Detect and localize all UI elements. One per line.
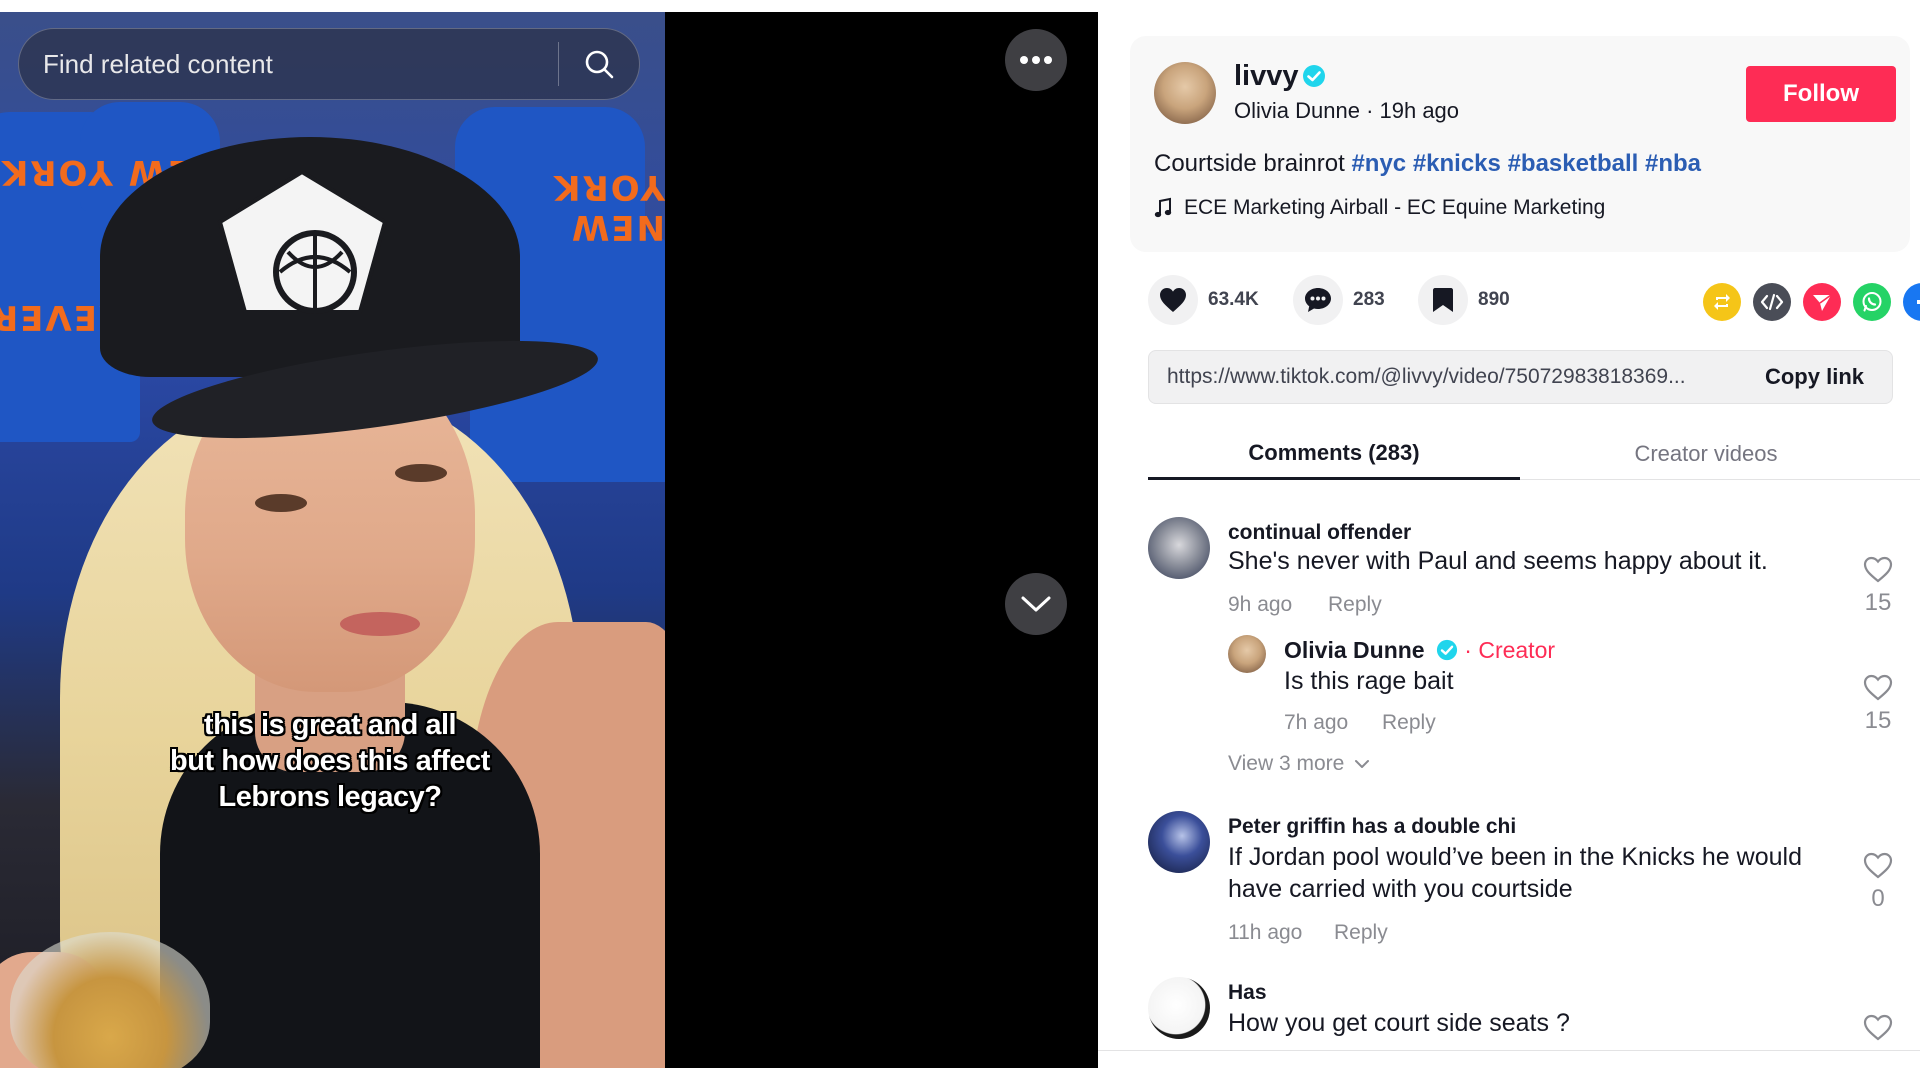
caption-line: but how does this affect [170, 745, 490, 777]
send-icon[interactable] [1803, 283, 1841, 321]
comment-text: have carried with you courtside [1228, 875, 1573, 903]
eye [395, 464, 447, 482]
post-info-card: livvy Olivia Dunne · 19h ago Follow Cour… [1130, 36, 1910, 252]
facebook-icon[interactable] [1903, 283, 1920, 321]
heart-icon [1160, 288, 1186, 312]
comment-like-count: 15 [1864, 589, 1892, 616]
comment-count: 283 [1353, 289, 1385, 310]
author-subtitle: Olivia Dunne · 19h ago [1234, 98, 1460, 123]
comment-username[interactable]: Olivia Dunne · Creator [1284, 637, 1555, 664]
verified-badge-icon [1437, 639, 1458, 661]
panel-tabs: Comments (283) Creator videos [1148, 428, 1920, 480]
eye [255, 494, 307, 512]
reply-button[interactable]: Reply [1328, 593, 1382, 617]
repost-icon[interactable] [1703, 283, 1741, 321]
heart-outline-icon[interactable] [1858, 673, 1898, 701]
music-link[interactable]: ECE Marketing Airball - EC Equine Market… [1154, 196, 1605, 220]
lips [340, 612, 420, 636]
share-link-box: https://www.tiktok.com/@livvy/video/7507… [1148, 350, 1893, 404]
comment-text: Is this rage bait [1284, 667, 1454, 695]
comments-list: continual offender She's never with Paul… [1098, 481, 1920, 1051]
save-button[interactable]: 890 [1418, 275, 1510, 325]
comment-circle[interactable] [1293, 275, 1343, 325]
caption-line: this is great and all [203, 709, 457, 741]
caption-line: Lebrons legacy? [218, 781, 442, 813]
whatsapp-icon[interactable] [1853, 283, 1891, 321]
hashtag-link[interactable]: #basketball [1508, 150, 1639, 177]
avatar[interactable] [1148, 811, 1210, 873]
copy-link-button[interactable]: Copy link [1737, 364, 1892, 390]
follow-button[interactable]: Follow [1746, 66, 1896, 122]
music-title[interactable]: ECE Marketing Airball - EC Equine Market… [1184, 196, 1605, 220]
heart-outline-icon[interactable] [1858, 555, 1898, 583]
heart-outline-icon[interactable] [1858, 851, 1898, 879]
search-button[interactable] [559, 29, 639, 99]
ellipsis-icon [1020, 56, 1052, 64]
actions-bar: 63.4K 283 890 [1148, 275, 1920, 331]
view-more-replies-button[interactable]: View 3 more [1228, 752, 1370, 776]
comment-button[interactable]: 283 [1293, 275, 1385, 325]
comment-username[interactable]: continual offender [1228, 521, 1411, 545]
comment-text: How you get court side seats ? [1228, 1009, 1570, 1037]
music-note-icon [1154, 197, 1172, 218]
comment-time: 11h ago [1228, 921, 1303, 944]
save-count: 890 [1478, 289, 1510, 310]
tab-comments[interactable]: Comments (283) [1148, 428, 1520, 480]
like-count: 63.4K [1208, 289, 1259, 310]
view-more-label[interactable]: View 3 more [1228, 752, 1344, 776]
search-bar[interactable] [18, 28, 640, 100]
bookmark-icon [1433, 288, 1453, 312]
verified-badge-icon [1303, 65, 1325, 87]
post-description: Courtside brainrot #nyc #knicks #basketb… [1154, 150, 1701, 178]
comment-like-count: 0 [1871, 885, 1885, 912]
creator-tag: · Creator [1464, 637, 1556, 663]
like-circle[interactable] [1148, 275, 1198, 325]
next-video-button[interactable] [1005, 573, 1067, 635]
chevron-down-icon [1021, 596, 1051, 612]
hashtag-link[interactable]: #nba [1645, 150, 1701, 177]
comment-text: If Jordan pool would’ve been in the Knic… [1228, 843, 1802, 871]
comment-like-count: 15 [1864, 707, 1892, 734]
comment-text: She's never with Paul and seems happy ab… [1228, 547, 1768, 575]
reply-button[interactable]: Reply [1334, 921, 1388, 945]
hashtag-link[interactable]: #knicks [1413, 150, 1501, 177]
avatar[interactable] [1148, 977, 1210, 1039]
reply-username[interactable]: Olivia Dunne [1284, 637, 1425, 663]
share-link-url[interactable]: https://www.tiktok.com/@livvy/video/7507… [1149, 365, 1737, 389]
comment-username[interactable]: Peter griffin has a double chi [1228, 815, 1516, 839]
code-icon [1760, 293, 1784, 311]
facebook-logo-icon [1917, 300, 1920, 304]
description-text: Courtside brainrot [1154, 150, 1345, 177]
tab-creator-videos[interactable]: Creator videos [1520, 428, 1892, 480]
search-icon [585, 50, 614, 79]
video-caption: this is great and all but how does this … [140, 707, 520, 815]
comment-icon [1305, 288, 1331, 312]
video-player[interactable]: NEW YORK NEW YORK FOREVER this is great … [0, 12, 1098, 1068]
paper-plane-icon [1813, 294, 1832, 311]
details-panel: livvy Olivia Dunne · 19h ago Follow Cour… [1098, 0, 1920, 1080]
avatar[interactable] [1148, 517, 1210, 579]
author-username[interactable]: livvy [1234, 60, 1299, 93]
video-frame[interactable]: NEW YORK NEW YORK FOREVER this is great … [0, 12, 665, 1068]
heart-outline-icon[interactable] [1858, 1013, 1898, 1041]
more-options-button[interactable] [1005, 29, 1067, 91]
repost-arrows-icon [1714, 294, 1730, 310]
reply-button[interactable]: Reply [1382, 711, 1436, 735]
avatar[interactable] [1228, 635, 1266, 673]
knicks-logo-icon [217, 169, 388, 314]
save-circle[interactable] [1418, 275, 1468, 325]
chevron-down-icon [1355, 760, 1370, 768]
comment-username[interactable]: Has [1228, 981, 1267, 1005]
panel-bottom-divider [1098, 1050, 1920, 1051]
comment-time: 9h ago [1228, 593, 1293, 616]
search-input[interactable] [19, 29, 558, 99]
comment-time: 7h ago [1284, 711, 1349, 734]
hashtag-link[interactable]: #nyc [1351, 150, 1406, 177]
embed-icon[interactable] [1753, 283, 1791, 321]
whatsapp-logo-icon [1862, 292, 1882, 312]
like-button[interactable]: 63.4K [1148, 275, 1259, 325]
avatar[interactable] [1154, 62, 1216, 124]
